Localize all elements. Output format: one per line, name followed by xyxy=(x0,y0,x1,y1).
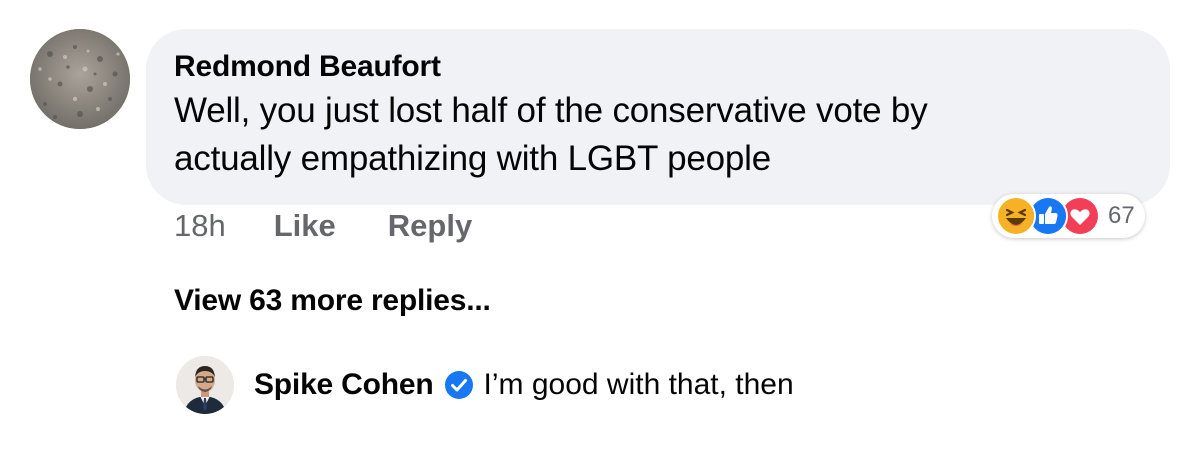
comment-author[interactable]: Redmond Beaufort xyxy=(174,49,1142,85)
view-more-replies-link[interactable]: View 63 more replies... xyxy=(174,284,491,318)
verified-badge-icon xyxy=(444,370,474,400)
comment-text-line-1: Well, you just lost half of the conserva… xyxy=(174,91,928,130)
comment-timestamp[interactable]: 18h xyxy=(174,208,226,244)
reply-avatar[interactable] xyxy=(176,356,234,414)
comment-text-line-2: actually empathizing with LGBT people xyxy=(174,139,772,178)
haha-icon xyxy=(996,196,1036,236)
comment-thread: Redmond Beaufort Well, you just lost hal… xyxy=(0,0,1200,449)
avatar[interactable] xyxy=(30,29,130,129)
comment-actions: 18h Like Reply xyxy=(174,208,472,244)
reaction-count: 67 xyxy=(1108,202,1135,229)
avatar-image xyxy=(30,29,130,129)
reply-author[interactable]: Spike Cohen xyxy=(254,368,434,402)
comment-bubble: Redmond Beaufort Well, you just lost hal… xyxy=(146,29,1170,205)
reply-text: I’m good with that, then xyxy=(483,368,794,401)
reply-button[interactable]: Reply xyxy=(388,208,472,244)
like-button[interactable]: Like xyxy=(274,208,336,244)
reply-item: Spike Cohen I’m good with that, then xyxy=(176,356,794,414)
reply-avatar-image xyxy=(176,356,234,414)
comment-text: Well, you just lost half of the conserva… xyxy=(174,87,1142,183)
reactions-summary[interactable]: 67 xyxy=(992,194,1145,238)
